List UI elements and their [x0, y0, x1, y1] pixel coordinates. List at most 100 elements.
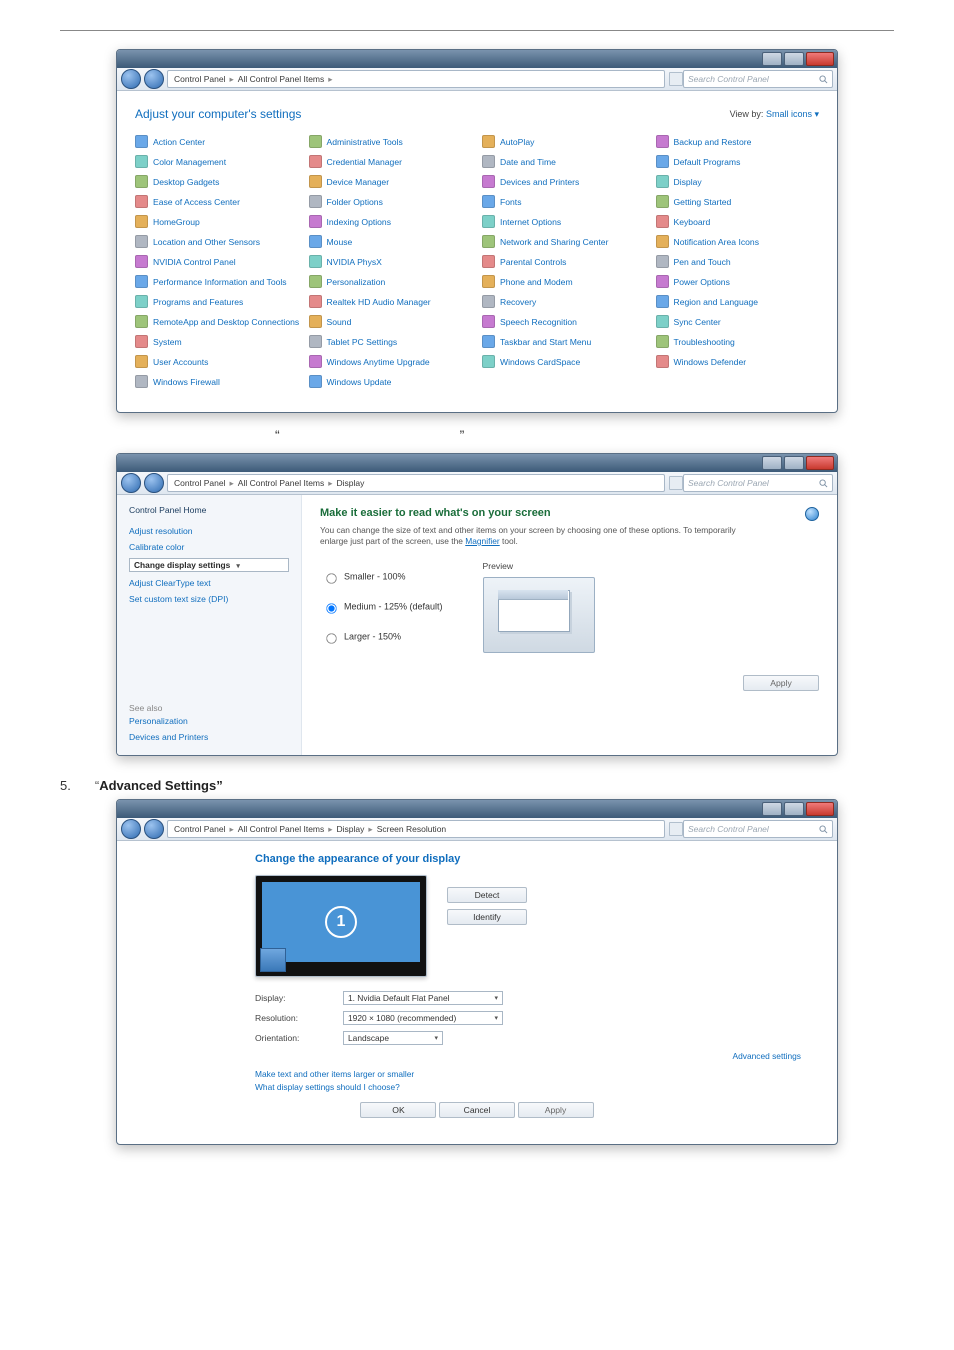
cp-item-devices-and-printers[interactable]: Devices and Printers [482, 175, 646, 188]
breadcrumb[interactable]: Control Panel▸ All Control Panel Items▸ … [167, 820, 665, 838]
close-button[interactable] [806, 456, 834, 470]
back-button[interactable] [121, 69, 141, 89]
close-button[interactable] [806, 52, 834, 66]
opt-larger[interactable]: Larger - 150% [320, 629, 443, 645]
cp-item-internet-options[interactable]: Internet Options [482, 215, 646, 228]
cp-item-backup-and-restore[interactable]: Backup and Restore [656, 135, 820, 148]
sidebar-calibrate-color[interactable]: Calibrate color [129, 542, 289, 552]
cp-item-desktop-gadgets[interactable]: Desktop Gadgets [135, 175, 299, 188]
cp-item-troubleshooting[interactable]: Troubleshooting [656, 335, 820, 348]
detect-button[interactable]: Detect [447, 887, 527, 903]
cp-item-notification-area-icons[interactable]: Notification Area Icons [656, 235, 820, 248]
minimize-button[interactable] [762, 456, 782, 470]
sidebar-change-display-settings[interactable]: Change display settings [129, 558, 289, 572]
cp-item-color-management[interactable]: Color Management [135, 155, 299, 168]
cp-item-fonts[interactable]: Fonts [482, 195, 646, 208]
cp-item-user-accounts[interactable]: User Accounts [135, 355, 299, 368]
see-also-devices-printers[interactable]: Devices and Printers [129, 732, 289, 742]
cancel-button[interactable]: Cancel [439, 1102, 515, 1118]
cp-item-sound[interactable]: Sound [309, 315, 473, 328]
cp-item-realtek-hd-audio-manager[interactable]: Realtek HD Audio Manager [309, 295, 473, 308]
cp-item-phone-and-modem[interactable]: Phone and Modem [482, 275, 646, 288]
search-input[interactable]: Search Control Panel [683, 820, 833, 838]
cp-item-mouse[interactable]: Mouse [309, 235, 473, 248]
cp-item-parental-controls[interactable]: Parental Controls [482, 255, 646, 268]
cp-item-administrative-tools[interactable]: Administrative Tools [309, 135, 473, 148]
cp-item-power-options[interactable]: Power Options [656, 275, 820, 288]
magnifier-link[interactable]: Magnifier [465, 536, 499, 546]
close-button[interactable] [806, 802, 834, 816]
refresh-icon[interactable] [669, 72, 683, 86]
refresh-icon[interactable] [669, 822, 683, 836]
breadcrumb[interactable]: Control Panel▸ All Control Panel Items▸ … [167, 474, 665, 492]
back-button[interactable] [121, 473, 141, 493]
cp-item-windows-anytime-upgrade[interactable]: Windows Anytime Upgrade [309, 355, 473, 368]
sidebar-cleartype[interactable]: Adjust ClearType text [129, 578, 289, 588]
opt-medium[interactable]: Medium - 125% (default) [320, 599, 443, 615]
maximize-button[interactable] [784, 52, 804, 66]
cp-item-getting-started[interactable]: Getting Started [656, 195, 820, 208]
forward-button[interactable] [144, 819, 164, 839]
cp-item-personalization[interactable]: Personalization [309, 275, 473, 288]
cp-item-autoplay[interactable]: AutoPlay [482, 135, 646, 148]
search-input[interactable]: Search Control Panel [683, 474, 833, 492]
crumb-1[interactable]: All Control Panel Items [238, 74, 324, 84]
apply-button[interactable]: Apply [518, 1102, 594, 1118]
cp-item-sync-center[interactable]: Sync Center [656, 315, 820, 328]
ok-button[interactable]: OK [360, 1102, 436, 1118]
cp-item-ease-of-access-center[interactable]: Ease of Access Center [135, 195, 299, 208]
cp-item-indexing-options[interactable]: Indexing Options [309, 215, 473, 228]
cp-item-recovery[interactable]: Recovery [482, 295, 646, 308]
cp-item-system[interactable]: System [135, 335, 299, 348]
breadcrumb[interactable]: Control Panel ▸ All Control Panel Items … [167, 70, 665, 88]
cp-item-network-and-sharing-center[interactable]: Network and Sharing Center [482, 235, 646, 248]
cp-item-programs-and-features[interactable]: Programs and Features [135, 295, 299, 308]
refresh-icon[interactable] [669, 476, 683, 490]
advanced-settings-link[interactable]: Advanced settings [733, 1051, 801, 1061]
cp-item-credential-manager[interactable]: Credential Manager [309, 155, 473, 168]
cp-item-windows-defender[interactable]: Windows Defender [656, 355, 820, 368]
resolution-select[interactable]: 1920 × 1080 (recommended) [343, 1011, 503, 1025]
forward-button[interactable] [144, 473, 164, 493]
identify-button[interactable]: Identify [447, 909, 527, 925]
cp-item-keyboard[interactable]: Keyboard [656, 215, 820, 228]
link-which-settings[interactable]: What display settings should I choose? [255, 1082, 819, 1092]
maximize-button[interactable] [784, 802, 804, 816]
cp-item-folder-options[interactable]: Folder Options [309, 195, 473, 208]
cp-item-location-and-other-sensors[interactable]: Location and Other Sensors [135, 235, 299, 248]
display-select[interactable]: 1. Nvidia Default Flat Panel [343, 991, 503, 1005]
sidebar-adjust-resolution[interactable]: Adjust resolution [129, 526, 289, 536]
search-input[interactable]: Search Control Panel [683, 70, 833, 88]
cp-item-tablet-pc-settings[interactable]: Tablet PC Settings [309, 335, 473, 348]
crumb-0[interactable]: Control Panel [174, 74, 226, 84]
minimize-button[interactable] [762, 802, 782, 816]
maximize-button[interactable] [784, 456, 804, 470]
cp-item-windows-cardspace[interactable]: Windows CardSpace [482, 355, 646, 368]
sidebar-custom-dpi[interactable]: Set custom text size (DPI) [129, 594, 289, 604]
link-text-size[interactable]: Make text and other items larger or smal… [255, 1069, 819, 1079]
cp-item-device-manager[interactable]: Device Manager [309, 175, 473, 188]
cp-item-pen-and-touch[interactable]: Pen and Touch [656, 255, 820, 268]
cp-item-windows-firewall[interactable]: Windows Firewall [135, 375, 299, 388]
forward-button[interactable] [144, 69, 164, 89]
cp-item-performance-information-and-tools[interactable]: Performance Information and Tools [135, 275, 299, 288]
see-also-personalization[interactable]: Personalization [129, 716, 289, 726]
cp-item-nvidia-physx[interactable]: NVIDIA PhysX [309, 255, 473, 268]
view-by-dropdown[interactable]: Small icons ▾ [766, 109, 819, 119]
apply-button[interactable]: Apply [743, 675, 819, 691]
cp-item-display[interactable]: Display [656, 175, 820, 188]
opt-smaller[interactable]: Smaller - 100% [320, 569, 443, 585]
monitor-preview[interactable]: 1 [255, 875, 427, 977]
cp-item-date-and-time[interactable]: Date and Time [482, 155, 646, 168]
cp-item-homegroup[interactable]: HomeGroup [135, 215, 299, 228]
cp-item-default-programs[interactable]: Default Programs [656, 155, 820, 168]
orientation-select[interactable]: Landscape [343, 1031, 443, 1045]
cp-item-nvidia-control-panel[interactable]: NVIDIA Control Panel [135, 255, 299, 268]
cp-item-action-center[interactable]: Action Center [135, 135, 299, 148]
cp-item-remoteapp-and-desktop-connections[interactable]: RemoteApp and Desktop Connections [135, 315, 299, 328]
help-icon[interactable] [805, 507, 819, 521]
cp-item-region-and-language[interactable]: Region and Language [656, 295, 820, 308]
cp-item-taskbar-and-start-menu[interactable]: Taskbar and Start Menu [482, 335, 646, 348]
back-button[interactable] [121, 819, 141, 839]
cp-item-windows-update[interactable]: Windows Update [309, 375, 473, 388]
